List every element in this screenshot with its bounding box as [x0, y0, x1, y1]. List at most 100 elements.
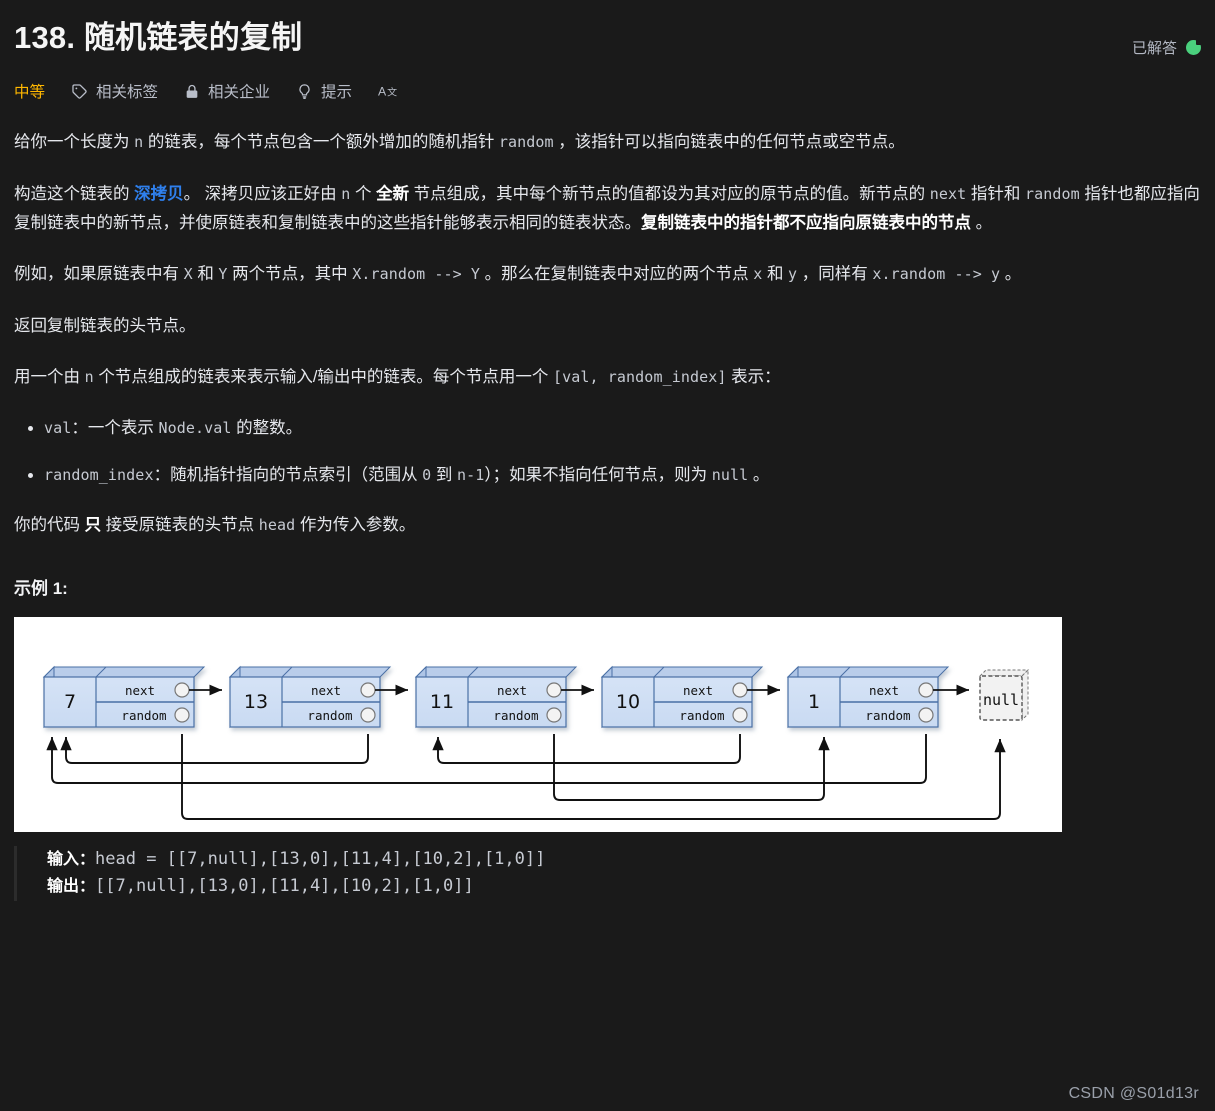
text: 构造这个链表的 [14, 184, 135, 203]
inline-code: x [753, 265, 763, 284]
text: 个 [350, 184, 377, 203]
inline-code: null [711, 465, 749, 484]
text: 表示： [726, 368, 781, 387]
list-node: 7 next random [42, 665, 206, 729]
text: 。 [748, 465, 770, 484]
random-port [918, 707, 934, 723]
text: 用一个由 [14, 368, 85, 387]
next-port [174, 682, 190, 698]
output-line: 输出：[[7,null],[13,0],[11,4],[10,2],[1,0]] [47, 873, 1201, 901]
linked-list-diagram: 7 next random 13 next random 11 next ran… [14, 616, 1062, 832]
node-group: 7 next random 13 next random 11 next ran… [42, 665, 1030, 729]
text: 个节点组成的链表来表示输入/输出中的链表。每个节点用一个 [93, 368, 553, 387]
inline-code: Y [218, 265, 228, 284]
text: 接受原链表的头节点 [101, 515, 259, 534]
random-arrows [46, 733, 1006, 820]
text: 作为传入参数。 [295, 515, 416, 534]
list-node: 10 next random [600, 665, 764, 729]
node-value: 11 [430, 691, 454, 713]
text: ）；如果不指向任何节点，则为 [484, 465, 712, 484]
lightbulb-icon [296, 83, 313, 100]
text: 例如，如果原链表中有 [14, 265, 184, 284]
text: 和 [762, 265, 789, 284]
translate-button[interactable]: A 文 [378, 82, 404, 100]
emphasis: 全新 [376, 184, 410, 203]
inline-code: n [134, 133, 144, 152]
inline-code: n [84, 368, 94, 387]
input-value: head = [[7,null],[13,0],[11,4],[10,2],[1… [95, 848, 546, 869]
null-label: null [983, 691, 1019, 709]
page-title: 138. 随机链表的复制 [14, 20, 303, 55]
difficulty-label: 中等 [14, 84, 46, 102]
inline-code: random [498, 133, 554, 152]
text: 和 [192, 265, 219, 284]
next-label: next [311, 683, 341, 698]
deep-copy-link[interactable]: 深拷贝 [134, 185, 184, 203]
text: 节点组成，其中每个新节点的值都设为其对应的原节点的值。新节点的 [409, 184, 930, 203]
list-node: 11 next random [414, 665, 578, 729]
random-label: random [865, 708, 910, 723]
inline-code: random_index [44, 465, 154, 484]
text: ：随机指针指向的节点索引（范围从 [153, 465, 423, 484]
meta-toolbar: 中等 相关标签 相关企业 提示 A 文 [14, 80, 1201, 102]
list-item: val：一个表示 Node.val 的整数。 [44, 414, 1201, 442]
related-companies-button[interactable]: 相关企业 [184, 80, 270, 102]
random-port [360, 707, 376, 723]
related-tags-button[interactable]: 相关标签 [71, 80, 158, 102]
text: 的链表，每个节点包含一个额外增加的随机指针 [143, 133, 499, 152]
inline-code: y [788, 265, 798, 284]
inline-code: [val, random_index] [553, 368, 727, 387]
next-label: next [683, 683, 713, 698]
inline-code: X.random --> Y [352, 265, 481, 284]
translate-icon: A 文 [378, 82, 404, 100]
null-node: null [978, 668, 1030, 722]
paragraph-3: 例如，如果原链表中有 X 和 Y 两个节点，其中 X.random --> Y … [14, 260, 1201, 289]
text: ，该指针可以指向链表中的任何节点或空节点。 [553, 133, 905, 152]
related-tags-label: 相关标签 [96, 84, 159, 102]
text: 两个节点，其中 [227, 265, 353, 284]
random-port [732, 707, 748, 723]
list-item: random_index：随机指针指向的节点索引（范围从 0 到 n-1）；如果… [44, 461, 1201, 489]
example-io: 输入：head = [[7,null],[13,0],[11,4],[10,2]… [14, 845, 1201, 901]
random-arrow-11-to-1 [553, 733, 830, 801]
random-arrow-7-to-null [181, 733, 1006, 820]
node-value: 7 [64, 691, 76, 713]
lock-icon [184, 83, 200, 100]
input-label: 输入： [47, 850, 96, 868]
random-port [174, 707, 190, 723]
paragraph-5: 用一个由 n 个节点组成的链表来表示输入/输出中的链表。每个节点用一个 [val… [14, 363, 1201, 392]
status-badge: 已解答 [1132, 18, 1202, 58]
paragraph-4: 返回复制链表的头节点。 [14, 316, 196, 335]
next-port [546, 682, 562, 698]
random-label: random [679, 708, 724, 723]
node-value: 1 [808, 691, 820, 713]
text: 的整数。 [231, 419, 303, 438]
inline-code: Node.val [158, 419, 232, 438]
svg-text:文: 文 [387, 86, 397, 99]
inline-code: head [258, 515, 296, 534]
hint-button[interactable]: 提示 [296, 80, 352, 102]
random-arrow-13-to-7 [60, 733, 369, 764]
problem-description: 给你一个长度为 n 的链表，每个节点包含一个额外增加的随机指针 random ，… [14, 128, 1201, 540]
next-label: next [869, 683, 899, 698]
example-heading: 示例 1: [14, 578, 68, 598]
svg-text:A: A [378, 85, 387, 99]
text: 指针和 [966, 184, 1025, 203]
text: 到 [431, 465, 457, 484]
solved-check-icon [1186, 39, 1202, 55]
random-label: random [121, 708, 166, 723]
emphasis: 只 [84, 515, 102, 534]
emphasis: 复制链表中的指针都不应指向原链表中的节点 [641, 214, 971, 233]
paragraph-2: 构造这个链表的 深拷贝。 深拷贝应该正好由 n 个 全新 节点组成，其中每个新节… [14, 180, 1201, 239]
diagram-svg: 7 next random 13 next random 11 next ran… [42, 665, 1030, 820]
output-value: [[7,null],[13,0],[11,4],[10,2],[1,0]] [95, 876, 474, 897]
next-port [918, 682, 934, 698]
text: ，同样有 [797, 265, 873, 284]
inline-code: val [44, 419, 72, 438]
random-arrow-1-to-7 [46, 733, 927, 784]
hint-label: 提示 [321, 84, 353, 102]
input-line: 输入：head = [[7,null],[13,0],[11,4],[10,2]… [47, 846, 1201, 874]
difficulty-badge[interactable]: 中等 [14, 80, 45, 102]
problem-page: 138. 随机链表的复制 已解答 中等 相关标签 相关企业 提示 A 文 给你一… [0, 0, 1215, 1111]
text: 。 [971, 214, 993, 233]
